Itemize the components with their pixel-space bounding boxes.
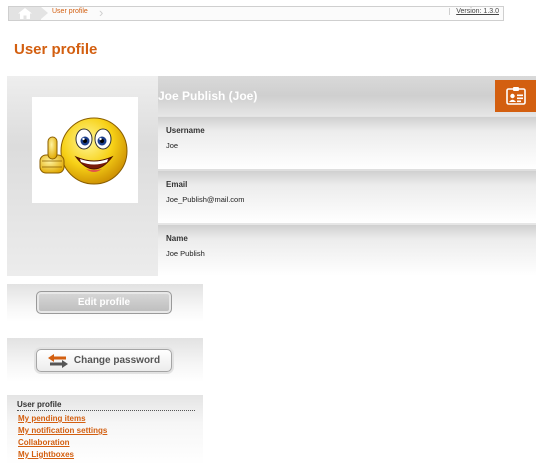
avatar (32, 97, 138, 203)
field-label: Username (166, 126, 205, 135)
page-title: User profile (14, 41, 98, 58)
profile-display-name: Joe Publish (Joe) (158, 89, 258, 103)
field-label: Name (166, 234, 188, 243)
breadcrumb: User profile › Version: 1.3.0 (8, 6, 504, 21)
edit-profile-panel: Edit profile (7, 284, 203, 322)
user-profile-menu: User profile My pending items My notific… (7, 395, 203, 465)
menu-links: My pending items My notification setting… (18, 411, 107, 459)
field-email: Email Joe_Publish@mail.com (158, 171, 536, 223)
menu-item: My pending items (18, 411, 107, 423)
breadcrumb-item-user-profile[interactable]: User profile (52, 8, 88, 15)
change-password-label: Change password (73, 355, 161, 366)
link-my-pending-items[interactable]: My pending items (18, 414, 86, 423)
menu-item: My notification settings (18, 423, 107, 435)
change-password-button[interactable]: Change password (36, 349, 172, 372)
swap-arrows-icon (47, 353, 68, 368)
link-my-notification-settings[interactable]: My notification settings (18, 426, 107, 435)
version-link[interactable]: Version: 1.3.0 (449, 8, 499, 15)
field-value: Joe Publish (166, 249, 205, 258)
link-my-lightboxes[interactable]: My Lightboxes (18, 450, 74, 459)
field-value: Joe_Publish@mail.com (166, 195, 245, 204)
menu-title: User profile (17, 400, 62, 409)
edit-profile-button[interactable]: Edit profile (36, 291, 172, 314)
change-password-panel: Change password (7, 338, 203, 382)
breadcrumb-chevron: › (99, 5, 104, 20)
home-icon (18, 8, 32, 19)
field-username: Username Joe (158, 117, 536, 169)
breadcrumb-home[interactable] (9, 7, 41, 20)
field-label: Email (166, 180, 188, 189)
field-value: Joe (166, 141, 179, 150)
thumbs-up-smiley-icon (39, 117, 128, 185)
field-name: Name Joe Publish (158, 225, 536, 276)
profile-panel: Joe Publish (Joe) Username Joe Email Joe… (7, 76, 536, 276)
menu-item: My Lightboxes (18, 447, 107, 459)
contact-card-icon (506, 87, 526, 105)
contact-card-button[interactable] (495, 80, 536, 112)
breadcrumb-separator (41, 7, 48, 19)
menu-item: Collaboration (18, 435, 107, 447)
link-collaboration[interactable]: Collaboration (18, 438, 70, 447)
